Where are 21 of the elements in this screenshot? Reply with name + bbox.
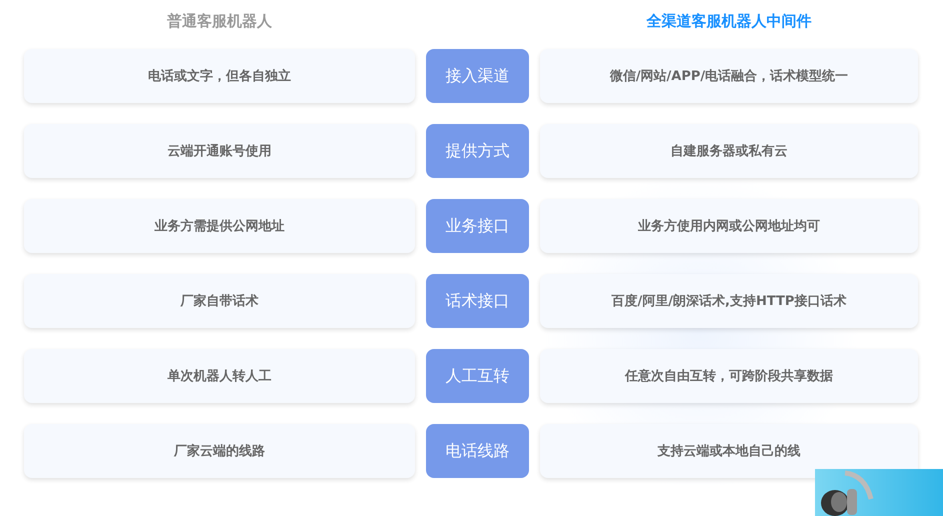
comparison-card: 云端开通账号使用 — [24, 124, 415, 178]
comparison-card: 厂家自带话术 — [24, 274, 415, 328]
comparison-card: 支持云端或本地自己的线 — [540, 424, 918, 478]
category-label: 人工互转 — [426, 349, 529, 403]
comparison-card: 业务方使用内网或公网地址均可 — [540, 199, 918, 253]
category-label: 业务接口 — [426, 199, 529, 253]
comparison-card: 微信/网站/APP/电话融合，话术模型统一 — [540, 49, 918, 103]
comparison-card: 自建服务器或私有云 — [540, 124, 918, 178]
headphones-widget[interactable] — [815, 469, 943, 516]
category-label: 提供方式 — [426, 124, 529, 178]
category-label: 接入渠道 — [426, 49, 529, 103]
comparison-card: 业务方需提供公网地址 — [24, 199, 415, 253]
column-heading: 全渠道客服机器人中间件 — [645, 12, 812, 31]
comparison-card: 厂家云端的线路 — [24, 424, 415, 478]
comparison-card: 百度/阿里/朗深话术,支持HTTP接口话术 — [540, 274, 918, 328]
comparison-card: 任意次自由互转，可跨阶段共享数据 — [540, 349, 918, 403]
comparison-card: 电话或文字，但各自独立 — [24, 49, 415, 103]
comparison-card: 单次机器人转人工 — [24, 349, 415, 403]
column-heading: 普通客服机器人 — [166, 12, 273, 31]
category-label: 话术接口 — [426, 274, 529, 328]
category-label: 电话线路 — [426, 424, 529, 478]
